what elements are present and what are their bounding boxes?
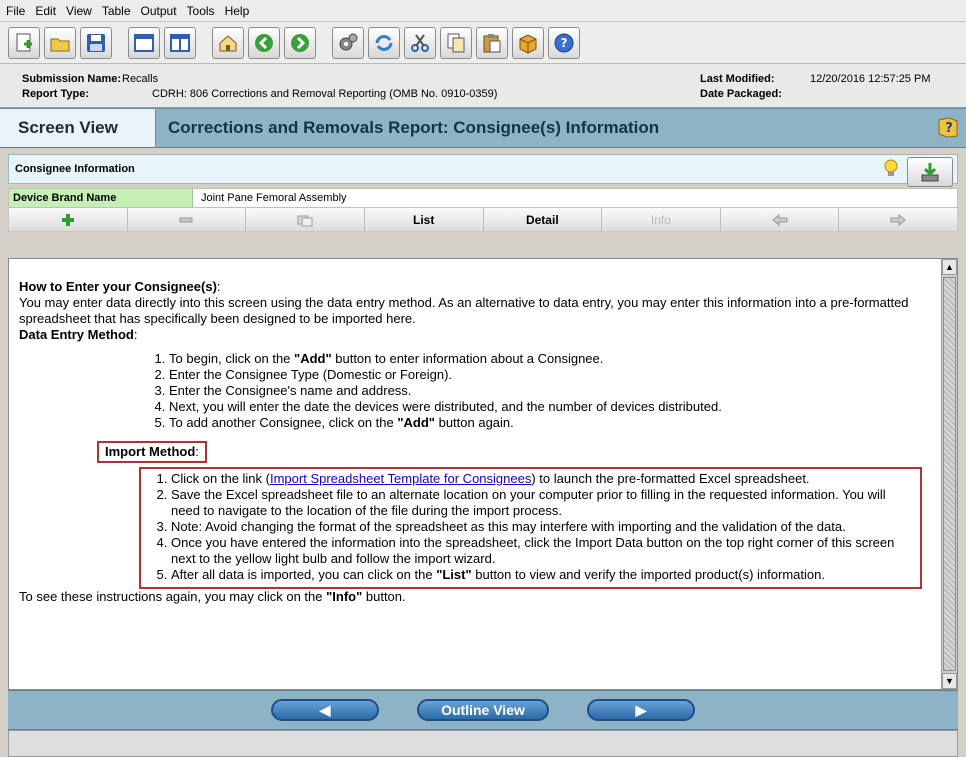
status-bar — [8, 730, 958, 757]
list-item: To begin, click on the "Add" button to e… — [169, 351, 929, 367]
submission-name-label: Submission Name: — [22, 73, 122, 85]
toolbar: ? — [0, 22, 966, 64]
duplicate-button[interactable] — [246, 208, 365, 231]
triangle-left-icon: ◀ — [319, 701, 331, 718]
last-modified-label: Last Modified: — [700, 73, 775, 85]
new-doc-icon[interactable] — [8, 26, 40, 59]
scroll-down-icon[interactable]: ▼ — [942, 673, 957, 689]
list-item: Note: Avoid changing the format of the s… — [171, 519, 912, 535]
copy-icon[interactable] — [440, 26, 472, 59]
scroll-up-icon[interactable]: ▲ — [942, 259, 957, 275]
cut-icon[interactable] — [404, 26, 436, 59]
info-button[interactable]: Info — [602, 208, 721, 231]
menu-bar: File Edit View Table Output Tools Help — [0, 0, 966, 22]
gear-icon[interactable] — [332, 26, 364, 59]
plus-icon — [61, 213, 74, 226]
menu-help[interactable]: Help — [225, 4, 250, 18]
list-item: To add another Consignee, click on the "… — [169, 415, 929, 431]
device-brand-value: Joint Pane Femoral Assembly — [201, 192, 347, 204]
submission-info: Submission Name: Recalls Report Type: CD… — [0, 64, 966, 108]
intro-text: You may enter data directly into this sc… — [19, 295, 909, 326]
device-brand-label: Device Brand Name — [9, 189, 193, 207]
import-template-link[interactable]: Import Spreadsheet Template for Consigne… — [270, 471, 531, 486]
detail-button[interactable]: Detail — [483, 208, 603, 231]
remove-button[interactable] — [127, 208, 247, 231]
menu-tools[interactable]: Tools — [187, 4, 215, 18]
page-title: Corrections and Removals Report: Consign… — [168, 118, 660, 137]
list-item: Enter the Consignee's name and address. — [169, 383, 929, 399]
refresh-icon[interactable] — [368, 26, 400, 59]
screen-view-tab[interactable]: Screen View — [0, 109, 156, 147]
device-brand-row: Device Brand Name Joint Pane Femoral Ass… — [8, 188, 958, 208]
home-icon[interactable] — [212, 26, 244, 59]
help-book-icon[interactable]: ? — [936, 115, 960, 144]
add-button[interactable] — [9, 208, 128, 231]
triangle-right-icon: ▶ — [635, 701, 647, 718]
previous-record-button[interactable] — [720, 208, 840, 231]
last-modified-value: 12/20/2016 12:57:25 PM — [810, 73, 931, 85]
minus-icon — [179, 217, 193, 222]
menu-table[interactable]: Table — [102, 4, 131, 18]
previous-screen-button[interactable]: ◀ — [271, 699, 379, 721]
consignee-info-title: Consignee Information — [15, 163, 135, 175]
how-to-title: How to Enter your Consignee(s) — [19, 279, 217, 294]
import-steps-list: Click on the link (Import Spreadsheet Te… — [141, 471, 912, 583]
consignee-info-header: Consignee Information — [8, 154, 958, 187]
data-entry-list: To begin, click on the "Add" button to e… — [19, 351, 929, 431]
record-nav-buttons: List Detail Info — [8, 208, 958, 232]
menu-output[interactable]: Output — [141, 4, 177, 18]
report-type-value: CDRH: 806 Corrections and Removal Report… — [152, 88, 498, 100]
outline-view-button[interactable]: Outline View — [417, 699, 549, 721]
scroll-thumb[interactable] — [943, 277, 956, 671]
forward-icon[interactable] — [284, 26, 316, 59]
split-window-icon[interactable] — [164, 26, 196, 59]
arrow-right-icon — [890, 213, 906, 226]
svg-text:?: ? — [945, 121, 953, 136]
save-icon[interactable] — [80, 26, 112, 59]
screen-header: Screen View Corrections and Removals Rep… — [0, 108, 966, 148]
list-item: Click on the link (Import Spreadsheet Te… — [171, 471, 912, 487]
report-type-label: Report Type: — [22, 88, 90, 100]
list-item: After all data is imported, you can clic… — [171, 567, 912, 583]
list-item: Save the Excel spreadsheet file to an al… — [171, 487, 912, 519]
instructions-pane: How to Enter your Consignee(s): You may … — [8, 258, 958, 690]
how-to-colon: : — [216, 279, 221, 294]
menu-file[interactable]: File — [6, 4, 25, 18]
list-item: Enter the Consignee Type (Domestic or Fo… — [169, 367, 929, 383]
list-button[interactable]: List — [364, 208, 484, 231]
date-packaged-label: Date Packaged: — [700, 88, 782, 100]
open-folder-icon[interactable] — [44, 26, 76, 59]
next-record-button[interactable] — [839, 208, 957, 231]
menu-edit[interactable]: Edit — [35, 4, 56, 18]
import-arrow-icon — [921, 163, 939, 182]
help-circle-icon[interactable]: ? — [548, 26, 580, 59]
duplicate-icon — [297, 215, 313, 226]
data-entry-title: Data Entry Method — [19, 327, 134, 342]
light-bulb-icon — [883, 159, 899, 182]
back-icon[interactable] — [248, 26, 280, 59]
arrow-left-icon — [771, 213, 788, 226]
menu-view[interactable]: View — [66, 4, 92, 18]
list-item: Next, you will enter the date the device… — [169, 399, 929, 415]
paste-icon[interactable] — [476, 26, 508, 59]
bottom-nav-bar: ◀ Outline View ▶ — [8, 690, 958, 730]
next-screen-button[interactable]: ▶ — [587, 699, 695, 721]
import-data-button[interactable] — [907, 157, 953, 187]
import-method-box: Click on the link (Import Spreadsheet Te… — [139, 467, 922, 589]
submission-name-value: Recalls — [122, 73, 159, 85]
package-icon[interactable] — [512, 26, 544, 59]
import-method-title: Import Method: — [97, 441, 207, 463]
svg-text:?: ? — [561, 36, 568, 50]
footer-note: To see these instructions again, you may… — [19, 589, 406, 604]
list-item: Once you have entered the information in… — [171, 535, 912, 567]
vertical-scrollbar[interactable]: ▲ ▼ — [941, 259, 957, 689]
window-icon[interactable] — [128, 26, 160, 59]
